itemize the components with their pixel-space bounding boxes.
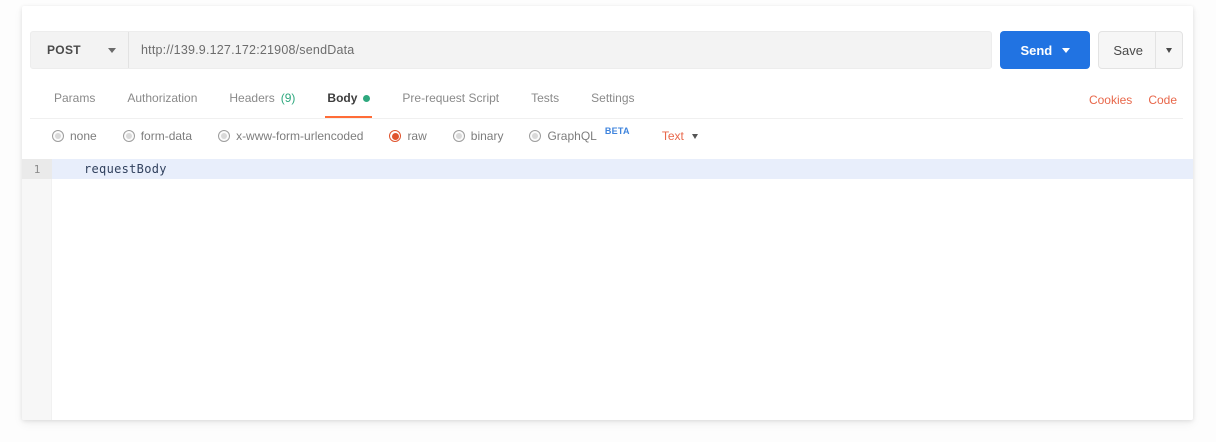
request-tabs-row: Params Authorization Headers (9) Body Pr… [30,82,1183,119]
send-label: Send [1020,42,1053,58]
url-bar: POST http://139.9.127.172:21908/sendData [30,31,993,69]
radio-label: raw [407,129,427,143]
tab-label: Authorization [127,91,198,105]
tab-settings[interactable]: Settings [589,82,636,118]
headers-count-badge: (9) [280,91,296,105]
method-select[interactable]: POST [31,32,129,68]
editor-line[interactable]: 1 requestBody [22,159,1193,179]
request-panel: POST http://139.9.127.172:21908/sendData… [22,6,1193,420]
tab-body[interactable]: Body [325,82,373,118]
body-type-row: none form-data x-www-form-urlencoded raw… [30,119,1183,153]
radio-label: x-www-form-urlencoded [236,129,364,143]
tab-label: Pre-request Script [402,91,500,105]
beta-badge: BETA [604,126,630,136]
editor-gutter [22,159,52,420]
body-editor[interactable]: 1 requestBody [22,159,1193,420]
tab-pre-request-script[interactable]: Pre-request Script [400,82,501,118]
raw-format-select[interactable]: Text [662,129,698,143]
line-number: 1 [22,159,52,179]
chevron-down-icon [108,47,116,53]
radio-icon [452,130,465,142]
tab-headers[interactable]: Headers (9) [227,82,297,118]
radio-label: binary [470,129,504,143]
tab-label: Headers [229,91,275,105]
radio-label: GraphQL [547,129,597,143]
tab-label: Params [54,91,96,105]
chevron-down-icon [1166,47,1172,53]
radio-icon [52,130,64,142]
save-label: Save [1113,42,1143,58]
cookies-link[interactable]: Cookies [1089,93,1132,107]
tab-params[interactable]: Params [52,82,97,118]
format-value: Text [661,129,684,143]
side-links: Cookies Code [1089,84,1183,118]
tab-label: Settings [591,91,635,105]
radio-selected-icon [389,130,402,142]
tab-label: Tests [531,91,560,105]
body-type-none[interactable]: none [52,129,97,143]
body-type-raw[interactable]: raw [389,129,427,143]
chevron-down-icon [691,133,698,139]
request-bar: POST http://139.9.127.172:21908/sendData… [30,30,1183,70]
method-label: POST [47,43,81,57]
body-type-binary[interactable]: binary [452,129,504,143]
url-input[interactable]: http://139.9.127.172:21908/sendData [129,32,991,68]
app-background: POST http://139.9.127.172:21908/sendData… [0,0,1216,442]
body-has-content-dot [363,94,371,102]
radio-icon [122,130,135,142]
radio-label: none [70,129,97,143]
url-value: http://139.9.127.172:21908/sendData [141,43,355,57]
tab-label: Body [327,91,358,105]
radio-label: form-data [140,129,193,143]
body-type-form-data[interactable]: form-data [122,129,193,143]
request-tabs: Params Authorization Headers (9) Body Pr… [30,82,651,118]
body-type-x-www-form-urlencoded[interactable]: x-www-form-urlencoded [218,129,363,143]
chevron-down-icon [1062,47,1071,53]
save-options-button[interactable] [1156,47,1182,53]
radio-icon [218,130,231,142]
body-type-graphql[interactable]: GraphQL BETA [529,126,630,143]
save-button[interactable]: Save [1098,31,1183,69]
radio-icon [529,130,542,142]
send-button[interactable]: Send [1000,31,1091,69]
tab-authorization[interactable]: Authorization [125,82,199,118]
tab-tests[interactable]: Tests [529,82,561,118]
code-link[interactable]: Code [1148,93,1177,107]
line-text: requestBody [84,162,167,176]
